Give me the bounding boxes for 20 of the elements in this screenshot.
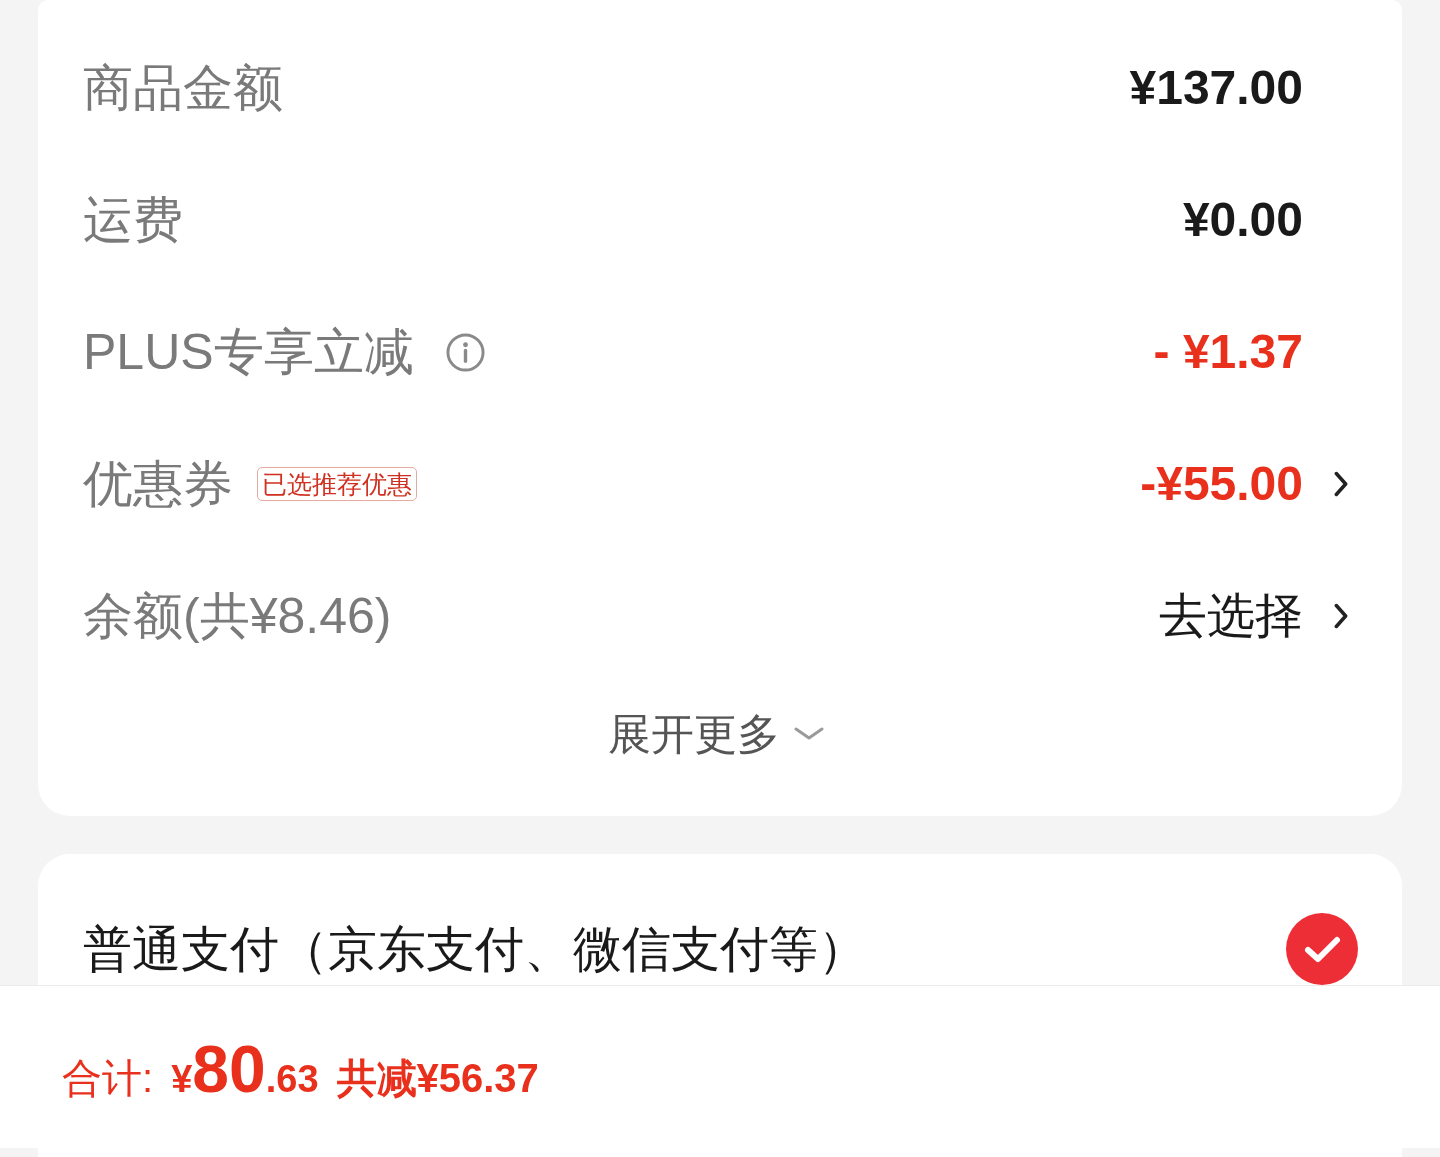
row-value[interactable]: 去选择 xyxy=(1159,592,1303,640)
row-value: - ¥1.37 xyxy=(1153,328,1303,376)
row-label: 运费 xyxy=(83,195,183,245)
info-icon[interactable] xyxy=(445,332,485,372)
row-label: PLUS专享立减 xyxy=(83,327,414,377)
check-circle-icon[interactable] xyxy=(1286,913,1358,985)
payment-option-label[interactable]: 普通支付（京东支付、微信支付等） xyxy=(83,924,867,974)
row-label: 余额(共¥8.46) xyxy=(83,591,392,641)
row-label: 优惠券 xyxy=(83,459,233,509)
coupon-tag: 已选推荐优惠 xyxy=(257,467,417,501)
row-label: 商品金额 xyxy=(83,63,283,113)
savings-text: 共减¥56.37 xyxy=(336,1058,539,1098)
expand-more-button[interactable]: 展开更多 xyxy=(607,712,824,756)
chevron-right-icon[interactable] xyxy=(1334,471,1348,497)
chevron-right-icon[interactable] xyxy=(1334,603,1348,629)
total-label: 合计: xyxy=(62,1058,154,1098)
row-value: ¥0.00 xyxy=(1182,196,1303,244)
row-value[interactable]: -¥55.00 xyxy=(1140,460,1303,508)
row-value: ¥137.00 xyxy=(1129,64,1303,112)
total-amount: ¥80.63 xyxy=(171,1036,319,1102)
